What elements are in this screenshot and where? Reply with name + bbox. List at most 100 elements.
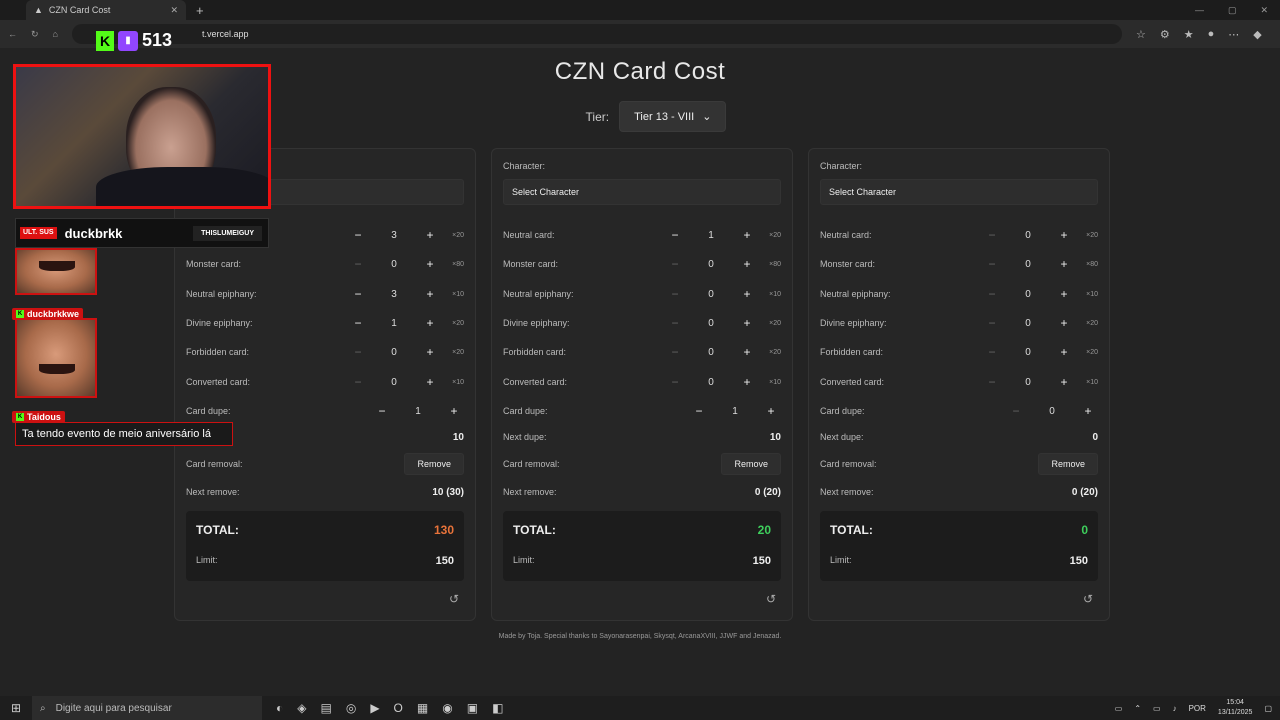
decrement-button[interactable]: −: [348, 257, 368, 271]
minimize-icon[interactable]: —: [1195, 5, 1204, 16]
increment-button[interactable]: +: [1078, 404, 1098, 418]
decrement-button[interactable]: −: [665, 257, 685, 271]
increment-button[interactable]: +: [737, 287, 757, 301]
decrement-button[interactable]: −: [982, 375, 1002, 389]
profile-avatar-icon[interactable]: ●: [1208, 28, 1215, 41]
browser-tab[interactable]: ▲ CZN Card Cost ✕: [26, 0, 186, 20]
menu-dots-icon[interactable]: ⋯: [1228, 28, 1239, 41]
decrement-button[interactable]: −: [665, 375, 685, 389]
decrement-button[interactable]: −: [665, 287, 685, 301]
increment-button[interactable]: +: [1054, 375, 1074, 389]
remove-button[interactable]: Remove: [721, 453, 781, 475]
decrement-button[interactable]: −: [982, 257, 1002, 271]
tray-chevron-icon[interactable]: ⌃: [1134, 704, 1141, 713]
tier-select[interactable]: Tier 13 - VIII ⌄: [619, 101, 727, 132]
decrement-button[interactable]: −: [665, 316, 685, 330]
decrement-button[interactable]: −: [372, 404, 392, 418]
multiplier: ×10: [452, 290, 464, 298]
game-icon[interactable]: ▣: [467, 701, 478, 715]
card-row: Neutral epiphany: − 0 + ×10: [820, 284, 1098, 304]
quantity-value: 0: [708, 346, 714, 358]
decrement-button[interactable]: −: [665, 345, 685, 359]
increment-button[interactable]: +: [1054, 228, 1074, 242]
decrement-button[interactable]: −: [348, 345, 368, 359]
card-removal-label: Card removal:: [186, 459, 243, 469]
card-row-label: Monster card:: [820, 259, 876, 269]
steam-icon[interactable]: ◉: [442, 701, 452, 715]
app-icon[interactable]: ▦: [417, 701, 428, 715]
increment-button[interactable]: +: [737, 316, 757, 330]
increment-button[interactable]: +: [1054, 316, 1074, 330]
decrement-button[interactable]: −: [982, 287, 1002, 301]
reset-icon[interactable]: ↺: [449, 592, 459, 606]
address-bar-row: ← ↻ ⌂ t.vercel.app ☆ ⚙ ★ ● ⋯ ◆: [0, 20, 1280, 48]
limit-label: Limit:: [196, 555, 218, 565]
character-select[interactable]: Select Character: [503, 179, 781, 205]
reset-icon[interactable]: ↺: [766, 592, 776, 606]
maximize-icon[interactable]: ▢: [1228, 5, 1237, 16]
notification-icon[interactable]: ▢: [1264, 704, 1272, 713]
extensions-icon[interactable]: ⚙: [1160, 28, 1170, 41]
decrement-button[interactable]: −: [982, 228, 1002, 242]
total-label: TOTAL:: [196, 523, 239, 537]
url-field[interactable]: t.vercel.app: [71, 24, 1122, 44]
limit-value: 150: [1069, 555, 1088, 567]
remove-button[interactable]: Remove: [404, 453, 464, 475]
system-tray: ▭ ⌃ ▭ ♪ POR 15:04 13/11/2025 ▢: [1115, 698, 1280, 718]
decrement-button[interactable]: −: [982, 316, 1002, 330]
language-indicator[interactable]: POR: [1189, 704, 1206, 713]
favorites-icon[interactable]: ★: [1184, 28, 1194, 41]
decrement-button[interactable]: −: [348, 316, 368, 330]
clock[interactable]: 15:04 13/11/2025: [1218, 698, 1253, 718]
back-icon[interactable]: ←: [8, 29, 17, 39]
media-player-icon[interactable]: ▶: [370, 701, 379, 715]
windows-taskbar: ⊞ ⌕ Digite aqui para pesquisar ◐ ◈ ▤ ◎ ▶…: [0, 696, 1280, 720]
app2-icon[interactable]: ◧: [492, 701, 503, 715]
close-window-icon[interactable]: ✕: [1260, 5, 1268, 16]
folder-icon[interactable]: ▤: [320, 701, 331, 715]
quantity-stepper: − 0 +: [348, 257, 440, 271]
increment-button[interactable]: +: [737, 228, 757, 242]
increment-button[interactable]: +: [420, 287, 440, 301]
increment-button[interactable]: +: [420, 345, 440, 359]
decrement-button[interactable]: −: [982, 345, 1002, 359]
card-row: Monster card: − 0 + ×80: [503, 254, 781, 274]
obs-icon[interactable]: ◎: [346, 701, 356, 715]
network-icon[interactable]: ▭: [1153, 704, 1161, 713]
decrement-button[interactable]: −: [348, 375, 368, 389]
edge-icon[interactable]: ◐: [276, 701, 283, 715]
increment-button[interactable]: +: [420, 257, 440, 271]
increment-button[interactable]: +: [1054, 257, 1074, 271]
copilot-app-icon[interactable]: ◈: [297, 701, 306, 715]
opera-icon[interactable]: O: [394, 701, 403, 715]
copilot-icon[interactable]: ◆: [1253, 28, 1261, 41]
increment-button[interactable]: +: [420, 375, 440, 389]
increment-button[interactable]: +: [420, 316, 440, 330]
decrement-button[interactable]: −: [348, 228, 368, 242]
taskbar-search[interactable]: ⌕ Digite aqui para pesquisar: [32, 696, 262, 720]
home-icon[interactable]: ⌂: [53, 29, 58, 39]
decrement-button[interactable]: −: [348, 287, 368, 301]
windows-start-icon[interactable]: ⊞: [0, 701, 32, 715]
increment-button[interactable]: +: [444, 404, 464, 418]
tray-app-icon[interactable]: ▭: [1115, 704, 1123, 713]
reset-icon[interactable]: ↺: [1083, 592, 1093, 606]
new-tab-button[interactable]: +: [196, 3, 204, 18]
increment-button[interactable]: +: [737, 375, 757, 389]
increment-button[interactable]: +: [1054, 345, 1074, 359]
character-select[interactable]: Select Character: [820, 179, 1098, 205]
volume-icon[interactable]: ♪: [1173, 704, 1177, 713]
increment-button[interactable]: +: [737, 257, 757, 271]
decrement-button[interactable]: −: [1006, 404, 1026, 418]
remove-button[interactable]: Remove: [1038, 453, 1098, 475]
clock-time: 15:04: [1226, 699, 1244, 706]
refresh-icon[interactable]: ↻: [31, 29, 39, 40]
increment-button[interactable]: +: [761, 404, 781, 418]
increment-button[interactable]: +: [1054, 287, 1074, 301]
decrement-button[interactable]: −: [689, 404, 709, 418]
increment-button[interactable]: +: [737, 345, 757, 359]
tab-close-icon[interactable]: ✕: [170, 5, 178, 16]
favorite-star-icon[interactable]: ☆: [1136, 28, 1146, 41]
increment-button[interactable]: +: [420, 228, 440, 242]
decrement-button[interactable]: −: [665, 228, 685, 242]
